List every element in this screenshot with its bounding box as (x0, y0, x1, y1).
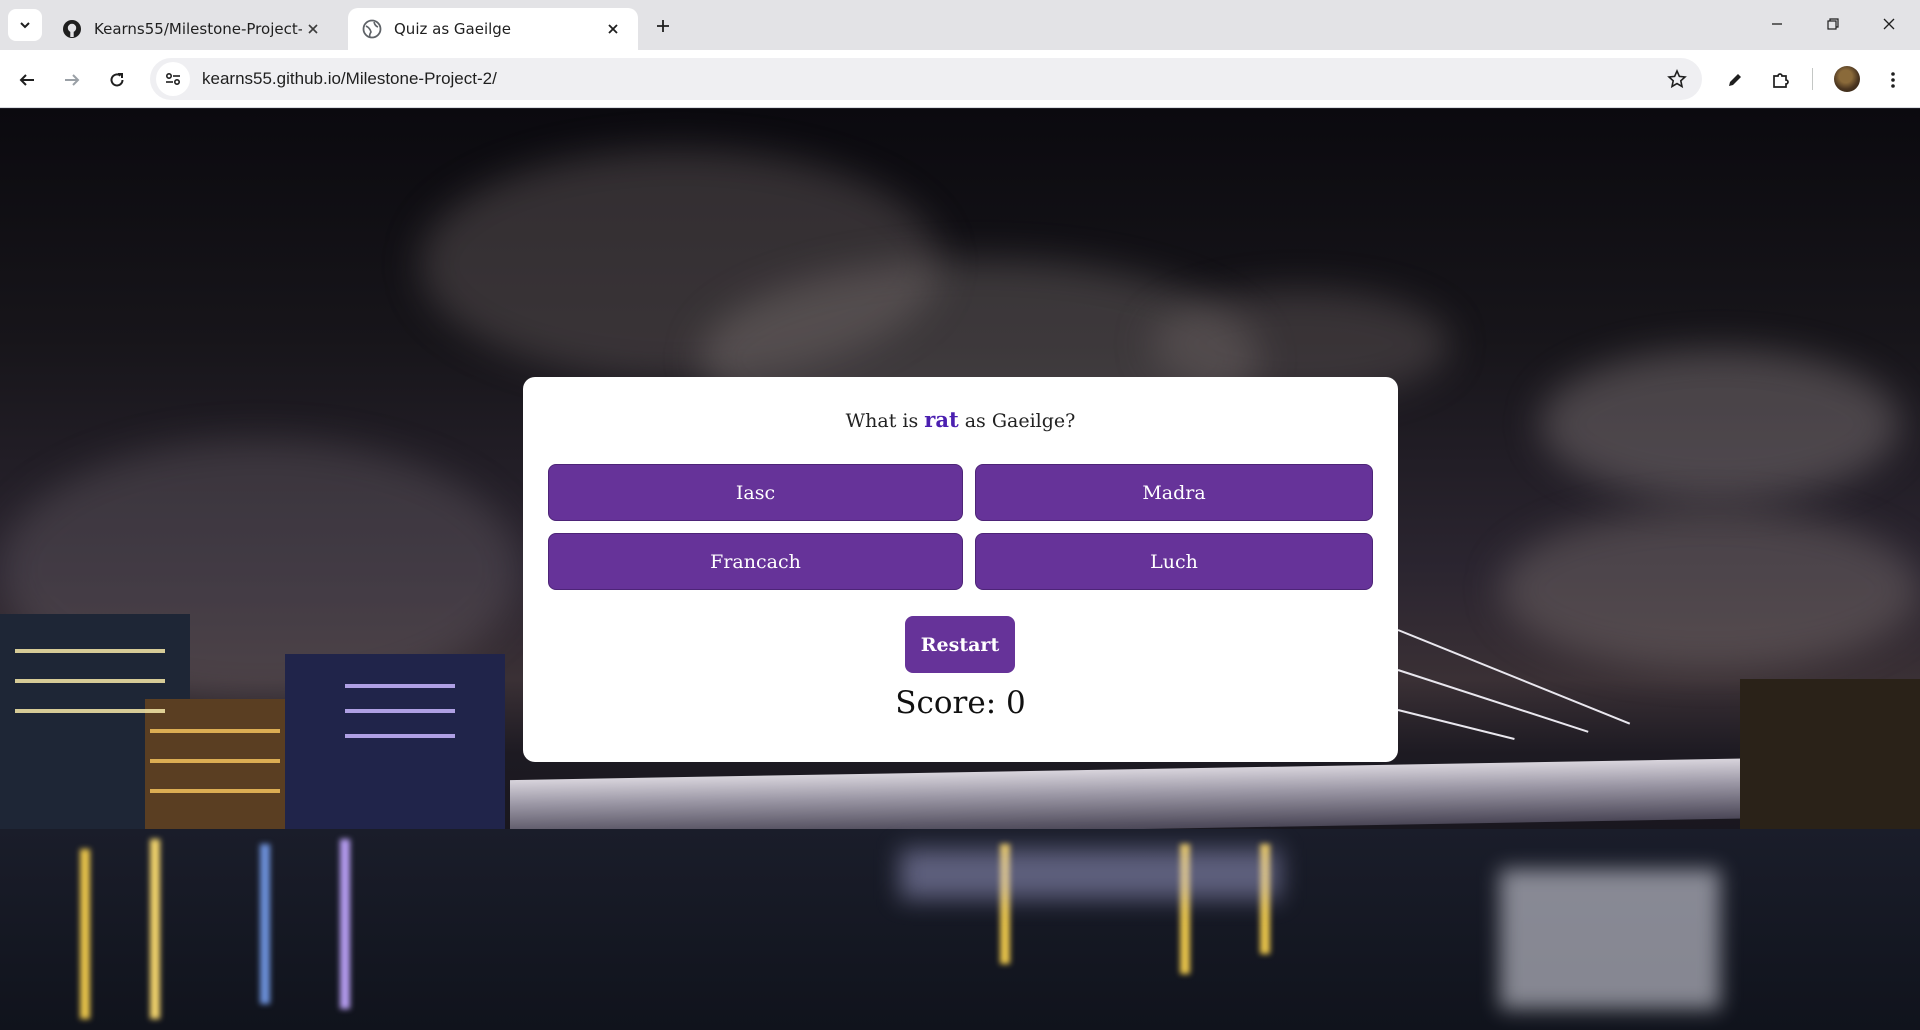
cloud (1540, 349, 1900, 499)
question-prefix: What is (845, 410, 919, 432)
window-lights (15, 679, 165, 683)
window-lights (150, 789, 280, 793)
window-lights (345, 709, 455, 713)
browser-toolbar: kearns55.github.io/Milestone-Project-2/ (0, 50, 1920, 108)
puzzle-icon (1773, 73, 1789, 88)
chevron-down-icon (20, 22, 30, 29)
tab-github[interactable]: Kearns55/Milestone-Project-2 (48, 8, 338, 50)
question-suffix: as Gaeilge? (964, 410, 1076, 432)
minimize-button[interactable] (1754, 6, 1800, 42)
minimize-icon (1772, 23, 1782, 25)
tab-title: Kearns55/Milestone-Project-2 (94, 20, 302, 38)
answer-button-2[interactable]: Madra (975, 464, 1373, 521)
window-lights (15, 709, 165, 713)
cloud (1500, 509, 1920, 669)
url-text[interactable]: kearns55.github.io/Milestone-Project-2/ (202, 69, 1660, 89)
light-reflection (340, 839, 350, 1009)
window-lights (150, 729, 280, 733)
quiz-card: What is rat as Gaeilge? Iasc Madra Franc… (523, 377, 1398, 762)
light-reflection (150, 839, 160, 1019)
restart-button[interactable]: Restart (905, 616, 1015, 673)
light-reflection (260, 844, 270, 1004)
reload-button[interactable] (100, 63, 134, 97)
restore-button[interactable] (1810, 6, 1856, 42)
window-lights (15, 649, 165, 653)
window-lights (150, 759, 280, 763)
bridge (510, 757, 1780, 841)
light-reflection (80, 849, 90, 1019)
new-tab-button[interactable] (648, 12, 678, 40)
reload-icon (110, 73, 124, 87)
answer-button-1[interactable]: Iasc (548, 464, 963, 521)
answer-button-4[interactable]: Luch (975, 533, 1373, 590)
bridge-cable (1397, 709, 1515, 741)
tune-icon (165, 72, 181, 86)
window-lights (345, 734, 455, 738)
github-icon (63, 20, 81, 38)
arrow-left-icon (19, 74, 34, 86)
question-word: rat (924, 407, 959, 432)
arrow-right-icon (65, 74, 80, 86)
answer-button-3[interactable]: Francach (548, 533, 963, 590)
close-window-button[interactable] (1866, 6, 1912, 42)
restore-icon (1827, 18, 1839, 30)
tab-title: Quiz as Gaeilge (394, 20, 512, 38)
star-icon (1667, 69, 1687, 89)
close-icon[interactable] (602, 18, 624, 40)
plus-icon (657, 20, 669, 32)
address-bar[interactable]: kearns55.github.io/Milestone-Project-2/ (150, 58, 1702, 100)
avatar[interactable] (1834, 66, 1860, 92)
extensions-button[interactable] (1764, 63, 1798, 97)
building (285, 654, 505, 834)
eyedropper-button[interactable] (1718, 63, 1752, 97)
score-label: Score: (895, 685, 997, 721)
forward-button[interactable] (55, 63, 89, 97)
score-value: 0 (1006, 685, 1026, 721)
globe-icon (362, 19, 382, 39)
window-lights (345, 684, 455, 688)
tab-quiz[interactable]: Quiz as Gaeilge (348, 8, 638, 50)
menu-button[interactable] (1876, 63, 1910, 97)
close-icon[interactable] (302, 18, 324, 40)
bookmark-button[interactable] (1660, 62, 1694, 96)
bridge-cable (1397, 669, 1589, 733)
light-reflection (1500, 869, 1720, 1009)
building (145, 699, 285, 834)
tab-search-button[interactable] (8, 9, 42, 41)
back-button[interactable] (10, 63, 44, 97)
tab-strip: Kearns55/Milestone-Project-2 Quiz as Gae… (0, 0, 1920, 50)
more-vertical-icon (1891, 72, 1895, 88)
score-display: Score: 0 (523, 685, 1398, 721)
light-reflection (900, 849, 1280, 899)
site-info-button[interactable] (156, 62, 190, 96)
close-icon (1883, 18, 1895, 30)
toolbar-divider (1812, 68, 1813, 90)
pen-icon (1729, 74, 1741, 86)
question-text: What is rat as Gaeilge? (523, 407, 1398, 432)
